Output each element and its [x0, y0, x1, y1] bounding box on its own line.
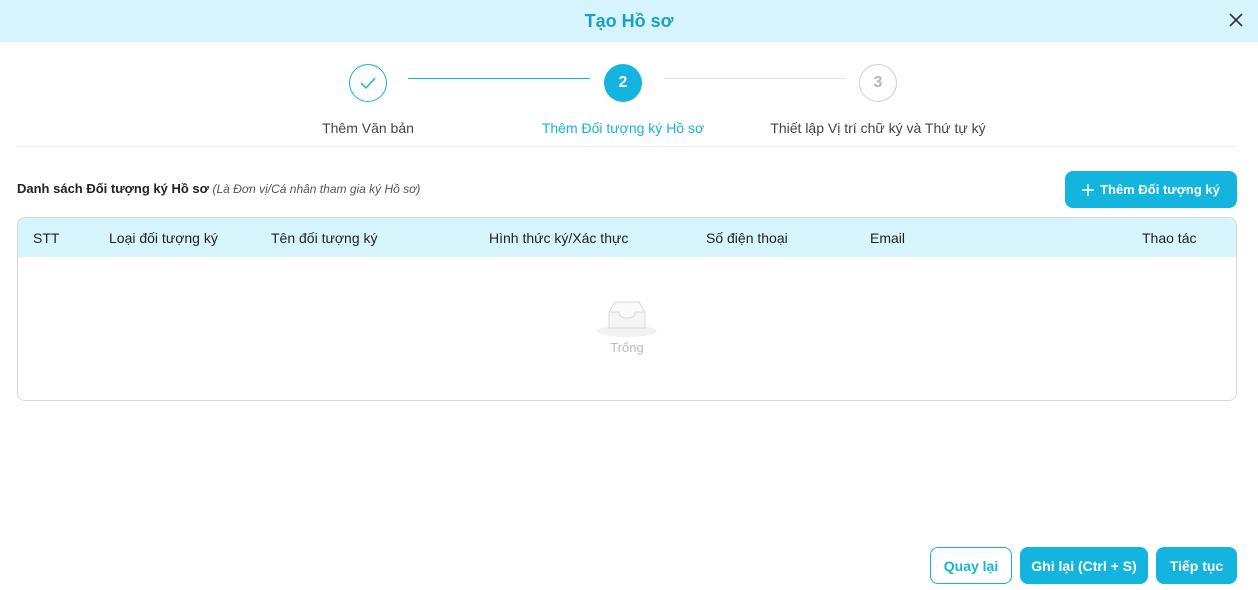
- check-icon: [360, 77, 376, 89]
- step-add-signers[interactable]: 2 Thêm Đối tượng ký Hồ sơ: [493, 64, 753, 136]
- close-icon: [1229, 13, 1243, 27]
- column-header-signer-name: Tên đối tượng ký: [271, 230, 378, 246]
- stepper: Thêm Văn bản 2 Thêm Đối tượng ký Hồ sơ 3…: [0, 64, 1258, 136]
- step-circle-1: [349, 64, 387, 102]
- column-header-stt: STT: [33, 230, 60, 246]
- divider: [16, 146, 1237, 147]
- empty-inbox-icon: [597, 301, 657, 337]
- back-button[interactable]: Quay lại: [930, 547, 1012, 584]
- column-header-phone: Số điện thoại: [706, 230, 788, 246]
- add-signer-button[interactable]: Thêm Đối tượng ký: [1065, 171, 1237, 208]
- save-button[interactable]: Ghi lại (Ctrl + S): [1020, 547, 1148, 584]
- step-label-1: Thêm Văn bản: [322, 120, 414, 136]
- table-header: STT Loại đối tượng ký Tên đối tượng ký H…: [18, 218, 1236, 257]
- step-signature-setup[interactable]: 3 Thiết lập Vị trí chữ ký và Thứ tự ký: [748, 64, 1008, 136]
- close-button[interactable]: [1224, 8, 1248, 32]
- column-header-actions: Thao tác: [1142, 230, 1197, 246]
- section-title: Danh sách Đối tượng ký Hồ sơ (Là Đơn vị/…: [17, 181, 420, 196]
- step-add-document[interactable]: Thêm Văn bản: [238, 64, 498, 136]
- next-button-label: Tiếp tục: [1169, 557, 1224, 574]
- step-circle-2: 2: [604, 64, 642, 102]
- step-label-3: Thiết lập Vị trí chữ ký và Thứ tự ký: [770, 120, 986, 136]
- step-circle-3: 3: [859, 64, 897, 102]
- column-header-sign-method: Hình thức ký/Xác thực: [489, 230, 629, 246]
- modal-header: Tạo Hồ sơ: [0, 0, 1258, 42]
- section-subtitle: (Là Đơn vị/Cá nhân tham gia ký Hồ sơ): [212, 182, 421, 196]
- next-button[interactable]: Tiếp tục: [1156, 547, 1237, 584]
- signers-table: STT Loại đối tượng ký Tên đối tượng ký H…: [17, 217, 1237, 401]
- step-label-2: Thêm Đối tượng ký Hồ sơ: [541, 120, 705, 136]
- plus-icon: [1082, 183, 1095, 196]
- empty-label: Trống: [610, 340, 644, 355]
- column-header-signer-type: Loại đối tượng ký: [109, 230, 218, 246]
- add-signer-label: Thêm Đối tượng ký: [1100, 182, 1220, 197]
- section-title-text: Danh sách Đối tượng ký Hồ sơ: [17, 181, 209, 196]
- back-button-label: Quay lại: [943, 557, 999, 574]
- column-header-email: Email: [870, 230, 906, 246]
- modal-title: Tạo Hồ sơ: [584, 10, 674, 31]
- save-button-label: Ghi lại (Ctrl + S): [1031, 557, 1137, 574]
- empty-state: Trống: [18, 298, 1236, 355]
